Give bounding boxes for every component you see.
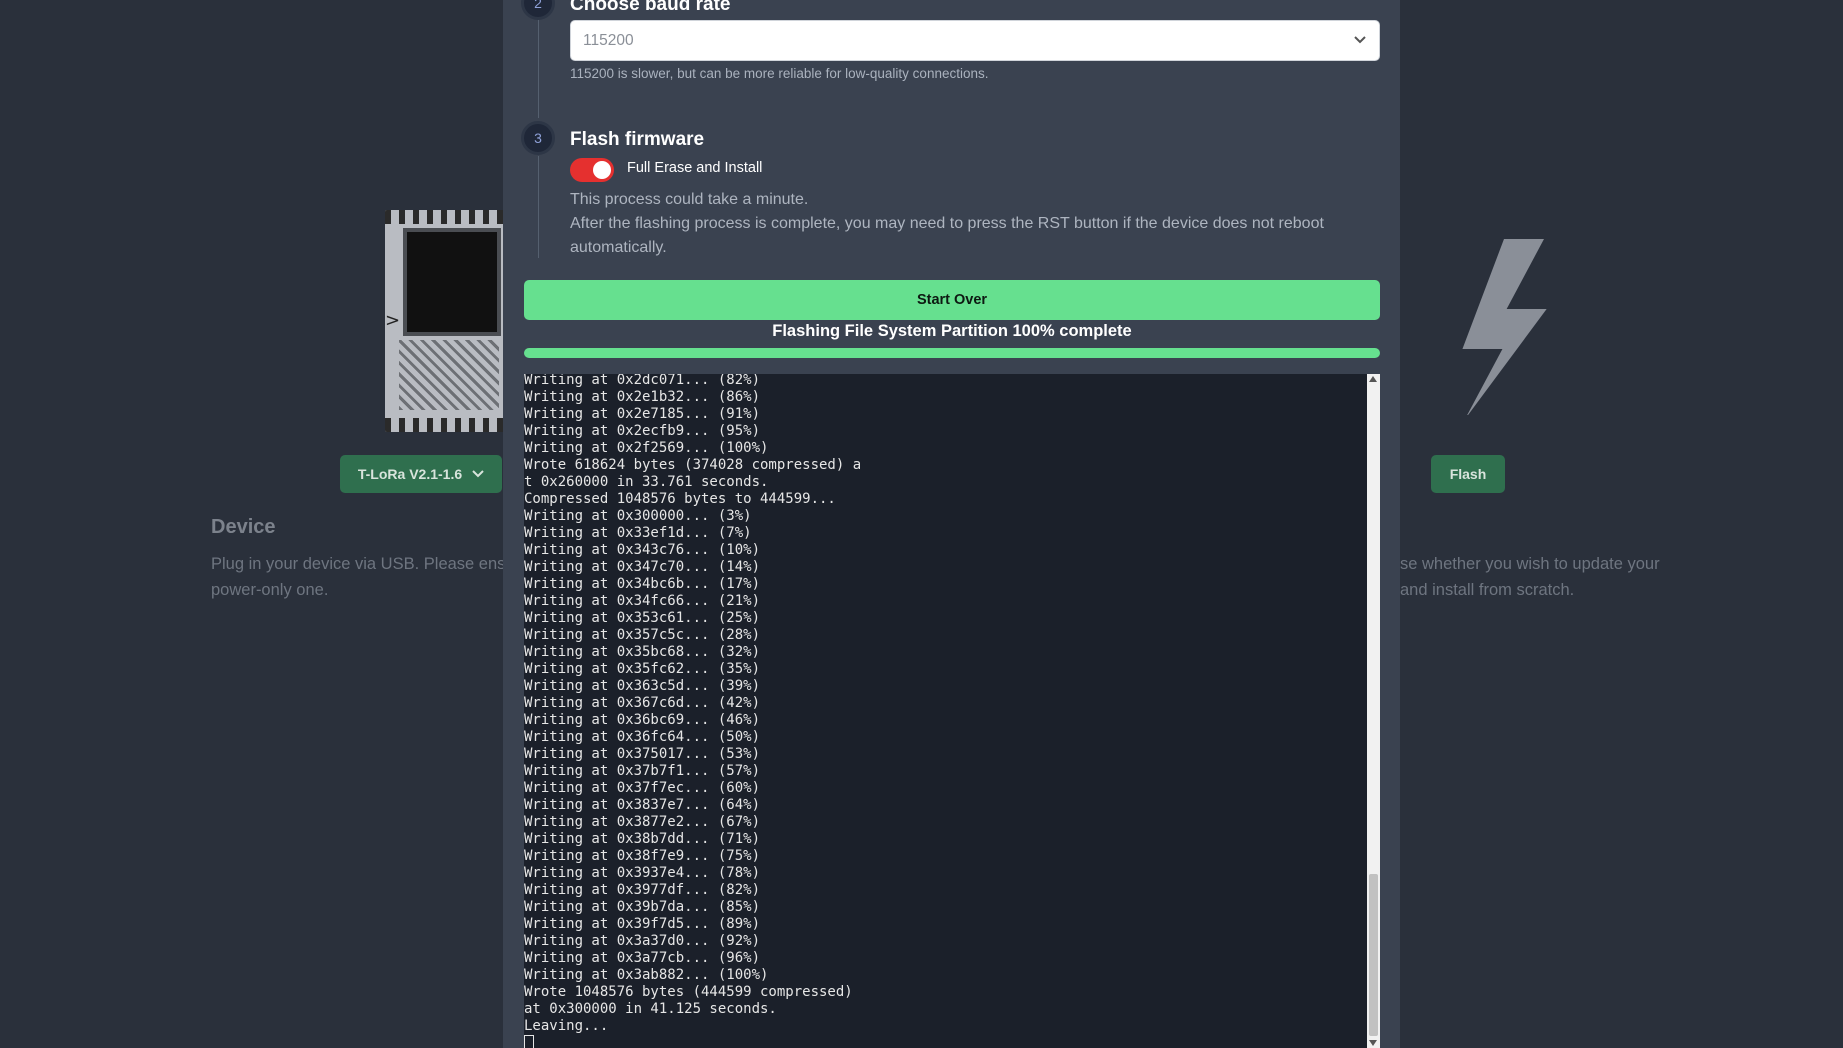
console-line: Leaving... — [524, 1018, 609, 1034]
flash-button[interactable]: Flash — [1431, 455, 1505, 493]
console-line: Writing at 0x38b7dd... (71%) — [524, 831, 761, 847]
console-line: Writing at 0x347c70... (14%) — [524, 559, 761, 575]
step-number-badge: 3 — [521, 121, 555, 155]
step-title-baud: Choose baud rate — [570, 0, 731, 15]
console-line: Writing at 0x3ab882... (100%) — [524, 967, 769, 983]
console-line: Writing at 0x2e7185... (91%) — [524, 406, 761, 422]
console-line: Compressed 1048576 bytes to 444599... — [524, 491, 836, 507]
console-line: Writing at 0x34fc66... (21%) — [524, 593, 761, 609]
console-line: Writing at 0x36bc69... (46%) — [524, 712, 761, 728]
console-line: Writing at 0x34bc6b... (17%) — [524, 576, 761, 592]
console-line: Writing at 0x2e1b32... (86%) — [524, 389, 761, 405]
console-line: Writing at 0x37f7ec... (60%) — [524, 780, 761, 796]
console-line: Writing at 0x39b7da... (85%) — [524, 899, 761, 915]
console-line: at 0x300000 in 41.125 seconds. — [524, 1001, 777, 1017]
full-erase-label: Full Erase and Install — [627, 160, 763, 176]
full-erase-toggle[interactable] — [570, 158, 614, 182]
step-title-flash: Flash firmware — [570, 129, 705, 150]
baud-rate-select[interactable]: 115200 — [570, 20, 1380, 61]
chevron-down-icon — [472, 470, 484, 478]
console-output[interactable]: Writing at 0x2dc071... (82%) Writing at 0… — [524, 374, 1380, 1048]
console-line: Writing at 0x39f7d5... (89%) — [524, 916, 761, 932]
console-lines: Writing at 0x2dc071... (82%) Writing at 0… — [524, 374, 1364, 1048]
console-line: Writing at 0x36fc64... (50%) — [524, 729, 761, 745]
flash-text-line1: se whether you wish to update your — [1400, 555, 1660, 573]
scroll-down-icon[interactable] — [1369, 1040, 1377, 1046]
console-line: Writing at 0x2dc071... (82%) — [524, 374, 761, 388]
console-line: Wrote 618624 bytes (374028 compressed) a — [524, 457, 862, 473]
device-select-label: T-LoRa V2.1-1.6 — [357, 466, 463, 482]
step-connector — [538, 156, 539, 258]
console-cursor — [524, 1035, 1364, 1048]
device-text-line1: Plug in your device via USB. Please ensu… — [211, 555, 521, 573]
console-line: Writing at 0x33ef1d... (7%) — [524, 525, 752, 541]
console-line: t 0x260000 in 33.761 seconds. — [524, 474, 769, 490]
console-scrollbar[interactable] — [1367, 374, 1380, 1048]
step-connector — [538, 18, 539, 118]
console-line: Writing at 0x2ecfb9... (95%) — [524, 423, 761, 439]
console-line: Wrote 1048576 bytes (444599 compressed) — [524, 984, 853, 1000]
console-line: Writing at 0x35fc62... (35%) — [524, 661, 761, 677]
device-image: > — [385, 210, 505, 432]
device-text-line2: power-only one. — [211, 581, 329, 599]
console-line: Writing at 0x3877e2... (67%) — [524, 814, 761, 830]
console-line: Writing at 0x343c76... (10%) — [524, 542, 761, 558]
console-line: Writing at 0x3a37d0... (92%) — [524, 933, 761, 949]
baud-rate-value: 115200 — [583, 31, 634, 49]
console-line: Writing at 0x363c5d... (39%) — [524, 678, 761, 694]
flash-description-line2: After the flashing process is complete, … — [570, 215, 1324, 256]
scroll-up-icon[interactable] — [1369, 376, 1377, 382]
baud-rate-hint: 115200 is slower, but can be more reliab… — [570, 66, 989, 81]
flash-text-line2: and install from scratch. — [1400, 581, 1575, 599]
device-select-button[interactable]: T-LoRa V2.1-1.6 — [340, 455, 502, 493]
console-line: Writing at 0x3a77cb... (96%) — [524, 950, 761, 966]
flash-description-line1: This process could take a minute. — [570, 191, 809, 208]
console-line: Writing at 0x3937e4... (78%) — [524, 865, 761, 881]
console-line: Writing at 0x2f2569... (100%) — [524, 440, 769, 456]
console-line: Writing at 0x3977df... (82%) — [524, 882, 761, 898]
progress-label: Flashing File System Partition 100% comp… — [772, 322, 1132, 340]
console-line: Writing at 0x38f7e9... (75%) — [524, 848, 761, 864]
scroll-thumb[interactable] — [1369, 874, 1378, 1036]
console-line: Writing at 0x35bc68... (32%) — [524, 644, 761, 660]
console-line: Writing at 0x300000... (3%) — [524, 508, 752, 524]
console-line: Writing at 0x367c6d... (42%) — [524, 695, 761, 711]
progress-fill — [524, 348, 1380, 358]
console-line: Writing at 0x353c61... (25%) — [524, 610, 761, 626]
start-over-button[interactable]: Start Over — [524, 280, 1380, 320]
lightning-bolt-icon — [1462, 239, 1547, 415]
console-line: Writing at 0x37b7f1... (57%) — [524, 763, 761, 779]
chevron-down-icon — [1354, 36, 1366, 44]
console-line: Writing at 0x357c5c... (28%) — [524, 627, 761, 643]
console-line: Writing at 0x3837e7... (64%) — [524, 797, 761, 813]
progress-bar — [524, 348, 1380, 358]
console-line: Writing at 0x375017... (53%) — [524, 746, 761, 762]
device-heading: Device — [211, 516, 276, 538]
